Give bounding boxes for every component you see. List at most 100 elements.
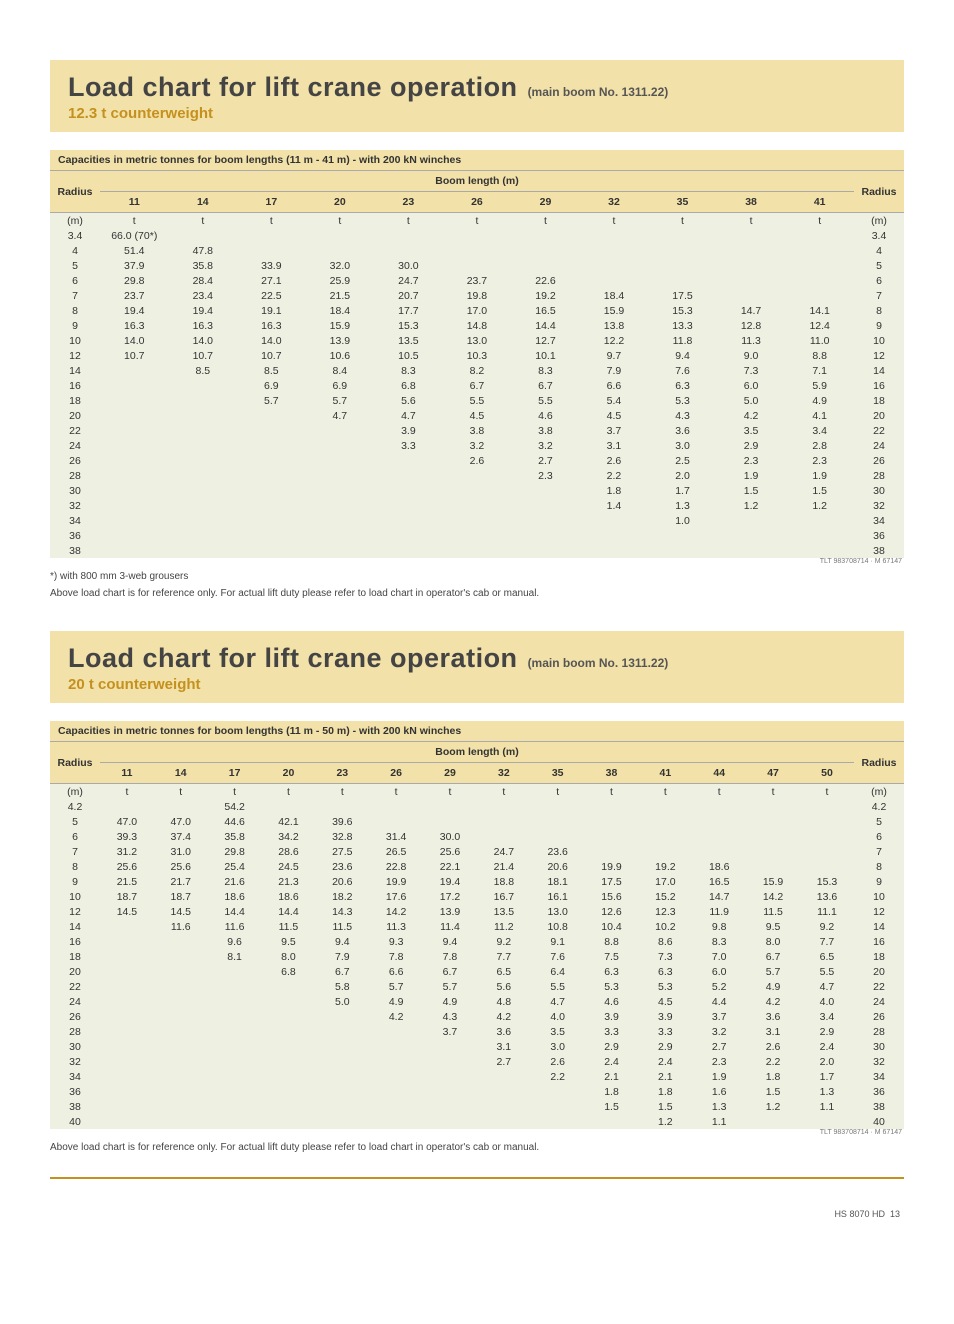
radius-cell: 36 [50,1084,100,1099]
value-cell [746,844,800,859]
value-cell [100,1069,154,1084]
value-cell: 4.2 [477,1009,531,1024]
value-cell [477,1099,531,1114]
value-cell: 7.6 [531,949,585,964]
value-cell [785,228,854,243]
table-row: 321.41.31.21.232 [50,498,904,513]
radius-cell-right: 38 [854,1099,904,1114]
value-cell: 18.6 [262,889,316,904]
value-cell [423,814,477,829]
value-cell [262,1024,316,1039]
value-cell [785,258,854,273]
value-cell [306,528,375,543]
value-cell [648,228,717,243]
value-cell: 18.4 [306,303,375,318]
radius-cell-right: 26 [854,453,904,468]
value-cell [585,799,639,814]
value-cell: 14.4 [262,904,316,919]
value-cell: 11.2 [477,919,531,934]
value-cell: 3.7 [423,1024,477,1039]
col-unit: t [100,213,169,229]
value-cell [638,814,692,829]
table-row: 361.81.81.61.51.336 [50,1084,904,1099]
value-cell: 47.8 [169,243,238,258]
value-cell: 34.2 [262,829,316,844]
value-cell [262,1069,316,1084]
value-cell: 17.2 [423,889,477,904]
value-cell: 35.8 [208,829,262,844]
value-cell [154,1114,208,1129]
value-cell: 9.4 [315,934,369,949]
value-cell [208,964,262,979]
value-cell: 3.1 [477,1039,531,1054]
value-cell [262,799,316,814]
value-cell: 5.8 [315,979,369,994]
col-unit: t [369,784,423,800]
table-row: 206.86.76.66.76.56.46.36.36.05.75.520 [50,964,904,979]
value-cell [237,423,306,438]
value-cell [100,528,169,543]
value-cell: 2.4 [800,1039,854,1054]
boom-col-23: 23 [315,763,369,784]
value-cell [717,243,786,258]
value-cell: 14.8 [443,318,512,333]
value-cell [477,814,531,829]
value-cell [169,378,238,393]
value-cell [369,1069,423,1084]
boom-col-29: 29 [511,192,580,213]
value-cell: 9.8 [692,919,746,934]
value-cell: 23.6 [315,859,369,874]
footnote-grousers: *) with 800 mm 3-web grousers [50,571,904,582]
value-cell: 1.3 [800,1084,854,1099]
boom-col-32: 32 [580,192,649,213]
value-cell [100,1024,154,1039]
radius-cell: 22 [50,979,100,994]
value-cell [374,468,443,483]
boom-col-47: 47 [746,763,800,784]
value-cell: 12.4 [785,318,854,333]
value-cell [237,513,306,528]
value-cell [169,543,238,558]
value-cell [100,964,154,979]
value-cell: 9.7 [580,348,649,363]
value-cell [154,1009,208,1024]
value-cell [369,799,423,814]
table-row: 723.723.422.521.520.719.819.218.417.57 [50,288,904,303]
value-cell: 10.5 [374,348,443,363]
value-cell: 4.2 [746,994,800,1009]
value-cell [306,513,375,528]
value-cell: 54.2 [208,799,262,814]
value-cell [315,1114,369,1129]
value-cell [100,949,154,964]
value-cell [237,453,306,468]
section2-title: Load chart for lift crane operation [68,643,518,674]
value-cell: 3.9 [638,1009,692,1024]
value-cell: 9.0 [717,348,786,363]
value-cell: 19.9 [585,859,639,874]
radius-cell-right: 10 [854,333,904,348]
radius-cell-right: 6 [854,829,904,844]
value-cell: 19.9 [369,874,423,889]
value-cell: 1.9 [785,468,854,483]
radius-cell: 18 [50,393,100,408]
section2-counterweight: 20 t counterweight [68,676,886,693]
value-cell [443,498,512,513]
value-cell: 1.8 [580,483,649,498]
value-cell: 5.5 [531,979,585,994]
col-unit: t [511,213,580,229]
value-cell: 29.8 [100,273,169,288]
radius-cell: 38 [50,543,100,558]
col-unit: t [374,213,443,229]
value-cell: 13.9 [423,904,477,919]
value-cell [423,1114,477,1129]
value-cell: 14.5 [100,904,154,919]
value-cell [746,859,800,874]
value-cell: 14.7 [717,303,786,318]
value-cell: 18.7 [100,889,154,904]
value-cell: 25.6 [154,859,208,874]
radius-cell: 8 [50,303,100,318]
col-unit: t [531,784,585,800]
value-cell [100,378,169,393]
table-row: 451.447.84 [50,243,904,258]
value-cell: 15.9 [580,303,649,318]
